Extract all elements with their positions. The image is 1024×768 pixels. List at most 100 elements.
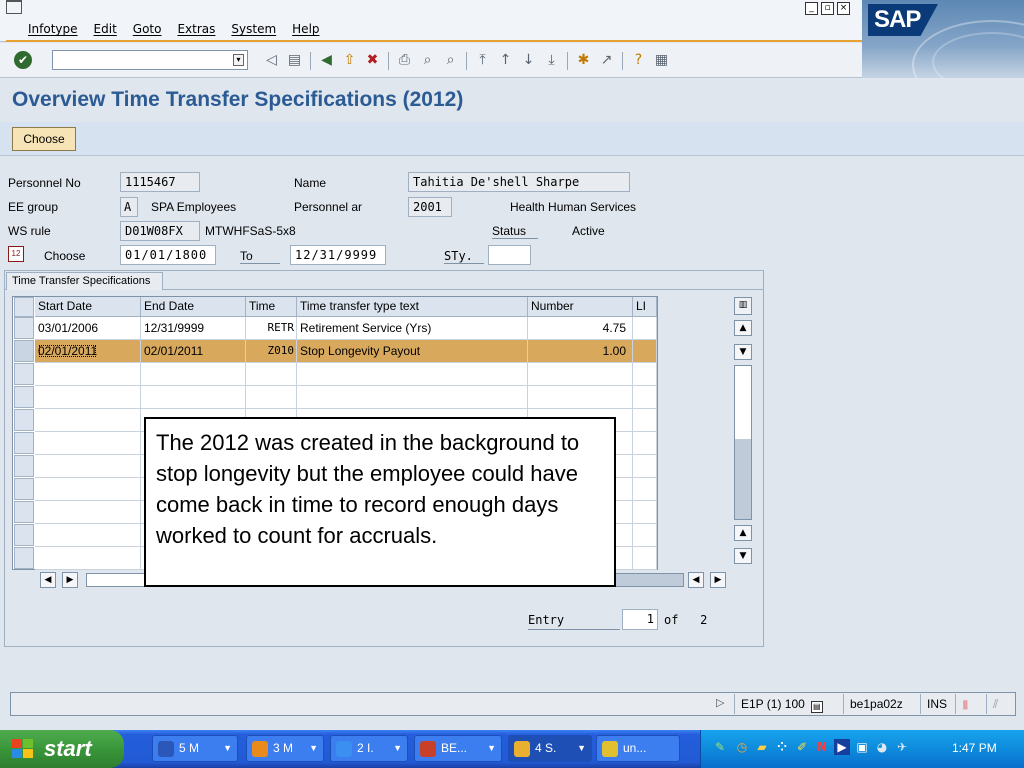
start-button[interactable]: start — [0, 730, 124, 768]
empty-cell[interactable] — [633, 455, 657, 478]
empty-cell[interactable] — [35, 363, 141, 386]
empty-cell[interactable] — [246, 386, 297, 409]
help-icon[interactable]: ? — [629, 51, 648, 70]
back-green-icon[interactable]: ◀ — [317, 51, 336, 70]
empty-cell[interactable] — [633, 501, 657, 524]
find-next-icon[interactable]: ⌕ — [441, 51, 460, 70]
tray-media-icon[interactable]: ▶ — [834, 739, 850, 755]
layout-icon[interactable]: ▦ — [652, 51, 671, 70]
chevron-down-icon[interactable]: ▼ — [487, 736, 496, 761]
tray-icon[interactable]: ✎ — [712, 739, 728, 755]
cell-end-date[interactable]: 02/01/2011 — [141, 340, 246, 363]
empty-cell[interactable] — [528, 386, 633, 409]
calendar-icon[interactable]: 12 — [8, 246, 24, 262]
first-page-icon[interactable]: ⤒ — [473, 51, 492, 70]
scroll-left-icon[interactable]: ◀ — [688, 572, 704, 588]
status-expand-icon[interactable]: ▷ — [716, 696, 724, 709]
subtype-field[interactable] — [488, 245, 531, 265]
empty-cell[interactable] — [246, 363, 297, 386]
column-header-end-date[interactable]: End Date — [141, 297, 246, 317]
menu-help[interactable]: Help — [292, 22, 319, 36]
menu-goto[interactable]: Goto — [133, 22, 162, 36]
scrollbar-thumb[interactable] — [735, 439, 751, 519]
empty-cell[interactable] — [35, 524, 141, 547]
empty-cell[interactable] — [633, 363, 657, 386]
chevron-down-icon[interactable]: ▼ — [223, 736, 232, 761]
chevron-down-icon[interactable]: ▼ — [393, 736, 402, 761]
shortcut-icon[interactable]: ↗ — [597, 51, 616, 70]
tray-volume-icon[interactable]: ◕ — [874, 739, 890, 755]
row-selector[interactable] — [14, 478, 34, 500]
row-selector[interactable] — [14, 547, 34, 569]
create-session-icon[interactable]: ✱ — [574, 51, 593, 70]
column-header-li[interactable]: LI — [633, 297, 657, 317]
empty-cell[interactable] — [35, 547, 141, 570]
empty-cell[interactable] — [633, 409, 657, 432]
system-info-icon[interactable]: ▤ — [810, 701, 823, 713]
empty-cell[interactable] — [35, 386, 141, 409]
empty-cell[interactable] — [35, 478, 141, 501]
empty-cell[interactable] — [35, 501, 141, 524]
taskbar-task-button[interactable]: 5 M ▼ — [152, 735, 238, 762]
tray-folder-icon[interactable]: ▰ — [754, 739, 770, 755]
tray-network-icon[interactable]: ⁘ — [774, 739, 790, 755]
cell-li[interactable] — [633, 340, 657, 363]
vertical-scrollbar[interactable] — [734, 365, 752, 520]
empty-cell[interactable] — [297, 363, 528, 386]
empty-cell[interactable] — [633, 547, 657, 570]
resize-grip-icon[interactable]: ⫽ — [986, 694, 1014, 714]
page-down-icon[interactable]: ▼ — [734, 548, 752, 564]
tray-display-icon[interactable]: ▣ — [854, 739, 870, 755]
cell-transfer-type-text[interactable]: Retirement Service (Yrs) — [297, 317, 528, 340]
row-selector[interactable] — [14, 432, 34, 454]
cell-number[interactable]: 1.00 — [528, 340, 633, 363]
sap-menu-icon[interactable] — [6, 0, 22, 14]
empty-cell[interactable] — [35, 455, 141, 478]
taskbar-task-button[interactable]: 2 I. ▼ — [330, 735, 408, 762]
column-header-start-date[interactable]: Start Date — [35, 297, 141, 317]
scroll-up-icon[interactable]: ▲ — [734, 320, 752, 336]
row-selector[interactable] — [14, 340, 34, 362]
select-all-cell[interactable] — [14, 297, 34, 317]
row-selector[interactable] — [14, 455, 34, 477]
empty-cell[interactable] — [633, 524, 657, 547]
taskbar-task-button[interactable]: 4 S. ▼ — [508, 735, 592, 762]
cancel-icon[interactable]: ✖ — [363, 51, 382, 70]
cell-time-type[interactable]: Z010 — [246, 340, 297, 363]
cell-li[interactable] — [633, 317, 657, 340]
insert-mode[interactable]: INS — [920, 694, 954, 714]
taskbar-task-button[interactable]: un... — [596, 735, 680, 762]
menu-edit[interactable]: Edit — [94, 22, 117, 36]
choose-button[interactable]: Choose — [12, 127, 76, 151]
command-field[interactable]: ▾ — [52, 50, 248, 70]
enter-icon[interactable]: ✔ — [14, 51, 32, 69]
tray-clock-icon[interactable]: ◷ — [734, 739, 750, 755]
print-icon[interactable]: ⎙ — [395, 51, 414, 70]
previous-page-icon[interactable]: ↑ — [496, 51, 515, 70]
empty-cell[interactable] — [35, 409, 141, 432]
exit-icon[interactable]: ⇧ — [340, 51, 359, 70]
menu-extras[interactable]: Extras — [177, 22, 215, 36]
column-header-number[interactable]: Number — [528, 297, 633, 317]
row-selector[interactable] — [14, 524, 34, 546]
taskbar-task-button[interactable]: 3 M ▼ — [246, 735, 324, 762]
table-settings-icon[interactable]: ▥ — [734, 297, 752, 315]
find-icon[interactable]: ⌕ — [418, 51, 437, 70]
empty-cell[interactable] — [35, 432, 141, 455]
from-date-field[interactable]: 01/01/1800 — [120, 245, 216, 265]
scroll-right-icon[interactable]: ▶ — [62, 572, 78, 588]
taskbar-task-button[interactable]: BE... ▼ — [414, 735, 502, 762]
maximize-icon[interactable]: ▫ — [821, 2, 834, 15]
cell-start-date[interactable]: 02/01/2011 — [35, 340, 141, 363]
scroll-left-icon[interactable]: ◀ — [40, 572, 56, 588]
row-selector[interactable] — [14, 317, 34, 339]
page-up-icon[interactable]: ▲ — [734, 525, 752, 541]
chevron-down-icon[interactable]: ▼ — [309, 736, 318, 761]
cell-number[interactable]: 4.75 — [528, 317, 633, 340]
empty-cell[interactable] — [141, 363, 246, 386]
cell-start-date[interactable]: 03/01/2006 — [35, 317, 141, 340]
close-icon[interactable]: × — [837, 2, 850, 15]
system-info[interactable]: E1P (1) 100 ▤ — [734, 694, 842, 714]
column-header-transfer-type-text[interactable]: Time transfer type text — [297, 297, 528, 317]
tray-safely-remove-icon[interactable]: ✈ — [894, 739, 910, 755]
